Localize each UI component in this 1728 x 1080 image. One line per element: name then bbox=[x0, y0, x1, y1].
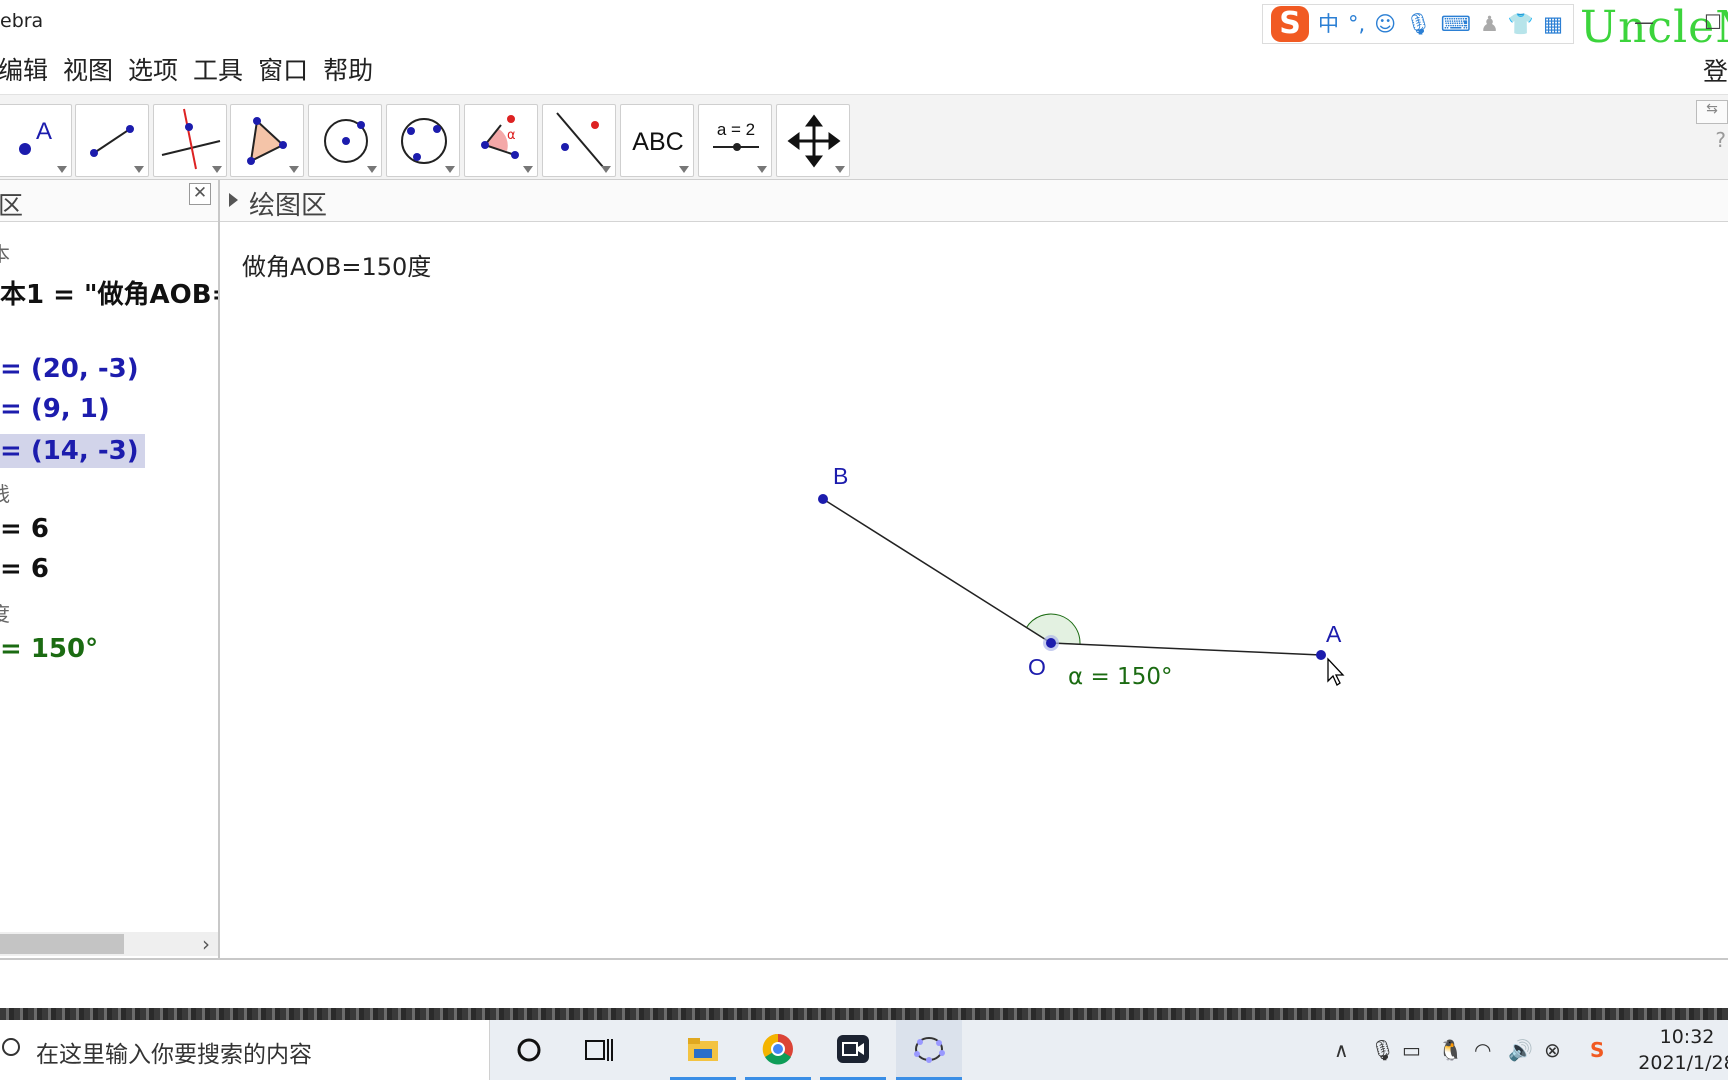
point-label-o: O bbox=[1028, 654, 1046, 680]
task-view-icon[interactable] bbox=[566, 1020, 632, 1080]
scrollbar-thumb[interactable] bbox=[0, 934, 124, 954]
graphics-view[interactable]: 绘图区 做角AOB=150度 B O Aα = 150° bbox=[220, 180, 1728, 958]
cortana-icon[interactable] bbox=[496, 1020, 562, 1080]
point-o[interactable] bbox=[1046, 638, 1056, 648]
ime-punct-toggle[interactable]: °, bbox=[1348, 13, 1365, 35]
microphone-icon[interactable]: 🎙 bbox=[1405, 13, 1432, 35]
algebra-category-label: 度 bbox=[0, 598, 10, 627]
file-explorer-icon[interactable] bbox=[670, 1020, 736, 1080]
algebra-row[interactable]: = 6 bbox=[0, 514, 49, 544]
circle-three-points-tool-button[interactable] bbox=[386, 104, 460, 177]
reflect-tool-button[interactable] bbox=[542, 104, 616, 177]
slider-tool-button[interactable]: a = 2 bbox=[698, 104, 772, 177]
text-tool-button[interactable]: ABC bbox=[620, 104, 694, 177]
algebra-view-title: 区 bbox=[0, 191, 24, 220]
menu-bar: 编辑 视图 选项 工具 窗口 帮助 bbox=[0, 44, 1728, 94]
graphics-view-header: 绘图区 bbox=[220, 180, 1728, 222]
video-camera-app-icon[interactable] bbox=[820, 1020, 886, 1080]
clock-date: 2021/1/28 bbox=[1638, 1052, 1728, 1074]
move-graphics-view-tool-button[interactable] bbox=[776, 104, 850, 177]
search-placeholder: 在这里输入你要搜索的内容 bbox=[36, 1042, 312, 1068]
chevron-up-icon[interactable]: ∧ bbox=[1334, 1038, 1349, 1062]
menu-edit[interactable]: 编辑 bbox=[0, 51, 48, 87]
algebra-view: 区 ✕ 本本1 = "做角AOB= = (20, -3) = (9, 1) = (14… bbox=[0, 180, 220, 958]
help-icon[interactable]: ? bbox=[1715, 128, 1726, 152]
algebra-row[interactable]: = (9, 1) bbox=[0, 394, 110, 424]
battery-icon[interactable]: ▭ bbox=[1402, 1038, 1421, 1062]
angle-alpha-label[interactable]: α = 150° bbox=[1068, 664, 1172, 690]
svg-text:α: α bbox=[507, 128, 516, 143]
algebra-row[interactable]: = 6 bbox=[0, 554, 49, 584]
geogebra-icon[interactable] bbox=[896, 1020, 962, 1080]
algebra-category-label: 本 bbox=[0, 238, 10, 267]
algebra-category-label: 线 bbox=[0, 478, 10, 507]
circle-center-point-tool-button[interactable] bbox=[308, 104, 382, 177]
point-tool-button[interactable]: A bbox=[0, 104, 72, 177]
angle-tool-button[interactable]: α bbox=[464, 104, 538, 177]
emoji-icon[interactable]: ☺ bbox=[1374, 13, 1396, 35]
close-circle-icon[interactable]: ⊗ bbox=[1544, 1038, 1561, 1062]
microphone-tray-icon[interactable]: 🎙 bbox=[1370, 1038, 1395, 1062]
taskbar-search-box[interactable]: 在这里输入你要搜索的内容 bbox=[0, 1020, 490, 1080]
window-title: ebra bbox=[0, 10, 44, 32]
algebra-row[interactable]: = 150° bbox=[0, 634, 98, 664]
scroll-right-icon[interactable]: › bbox=[202, 932, 210, 956]
volume-icon[interactable]: 🔊 bbox=[1508, 1038, 1533, 1062]
svg-text:A: A bbox=[36, 118, 52, 145]
segment-oa[interactable] bbox=[1050, 642, 1322, 656]
algebra-row[interactable]: 本1 = "做角AOB= bbox=[0, 274, 218, 311]
menu-options[interactable]: 选项 bbox=[128, 51, 178, 87]
user-icon[interactable]: ♟ bbox=[1480, 13, 1499, 35]
sogou-tray-icon[interactable]: S bbox=[1590, 1038, 1604, 1062]
point-b[interactable] bbox=[818, 494, 828, 504]
point-label-a: A bbox=[1326, 621, 1342, 647]
polygon-tool-button[interactable] bbox=[230, 104, 304, 177]
graphics-view-title: 绘图区 bbox=[249, 191, 328, 221]
toolbar: A α ABC a = 2 bbox=[0, 94, 1728, 180]
grid-icon[interactable]: ▦ bbox=[1543, 13, 1563, 35]
desktop-background-strip bbox=[0, 1008, 1728, 1020]
maximize-button[interactable]: ☐ bbox=[1704, 10, 1722, 34]
menu-window[interactable]: 窗口 bbox=[258, 51, 308, 87]
algebra-view-header: 区 ✕ bbox=[0, 180, 218, 222]
keyboard-icon[interactable]: ⌨ bbox=[1441, 13, 1471, 35]
collapse-arrow-icon[interactable] bbox=[229, 193, 238, 207]
svg-text:ABC: ABC bbox=[632, 128, 683, 156]
wifi-icon[interactable]: ◠ bbox=[1474, 1038, 1491, 1062]
horizontal-scrollbar[interactable]: › bbox=[0, 932, 218, 956]
ime-lang-toggle[interactable]: 中 bbox=[1318, 13, 1339, 35]
clock[interactable]: 10:32 2021/1/28 bbox=[1632, 1024, 1728, 1076]
title-bar: ebra S 中 °, ☺ 🎙 ⌨ ♟ 👕 ▦ UncleM — ☐ bbox=[0, 0, 1728, 53]
search-icon bbox=[2, 1038, 20, 1056]
algebra-row[interactable]: = (20, -3) bbox=[0, 354, 139, 384]
segment-ob[interactable] bbox=[822, 498, 1052, 644]
minimize-button[interactable]: — bbox=[1634, 10, 1654, 34]
shirt-icon[interactable]: 👕 bbox=[1508, 13, 1534, 35]
drawing-canvas[interactable]: 做角AOB=150度 B O Aα = 150° bbox=[220, 222, 1728, 958]
ime-toolbar[interactable]: S 中 °, ☺ 🎙 ⌨ ♟ 👕 ▦ bbox=[1262, 4, 1574, 44]
clock-time: 10:32 bbox=[1659, 1026, 1715, 1048]
chrome-icon[interactable] bbox=[745, 1020, 811, 1080]
algebra-row-selected[interactable]: = (14, -3) bbox=[0, 434, 145, 468]
point-label-b: B bbox=[833, 463, 848, 489]
sogou-logo-icon[interactable]: S bbox=[1271, 6, 1309, 42]
svg-text:a = 2: a = 2 bbox=[717, 120, 755, 139]
close-icon[interactable]: ✕ bbox=[189, 183, 211, 205]
segment-tool-button[interactable] bbox=[75, 104, 149, 177]
point-a[interactable] bbox=[1316, 650, 1326, 660]
input-bar[interactable] bbox=[0, 958, 1728, 1008]
menu-view[interactable]: 视图 bbox=[63, 51, 113, 87]
taskbar: 在这里输入你要搜索的内容 ∧ 🎙 ▭ 🐧 ◠ 🔊 ⊗ S 10:32 2021/… bbox=[0, 1020, 1728, 1080]
qq-icon[interactable]: 🐧 bbox=[1438, 1038, 1463, 1062]
menu-help[interactable]: 帮助 bbox=[323, 51, 373, 87]
login-button[interactable]: 登 bbox=[1703, 52, 1728, 88]
perpendicular-line-tool-button[interactable] bbox=[153, 104, 227, 177]
mouse-cursor-icon bbox=[1327, 657, 1345, 686]
menu-tools[interactable]: 工具 bbox=[193, 51, 243, 87]
undo-redo-icon[interactable]: ⇆ bbox=[1696, 100, 1728, 124]
text-object[interactable]: 做角AOB=150度 bbox=[242, 253, 431, 281]
